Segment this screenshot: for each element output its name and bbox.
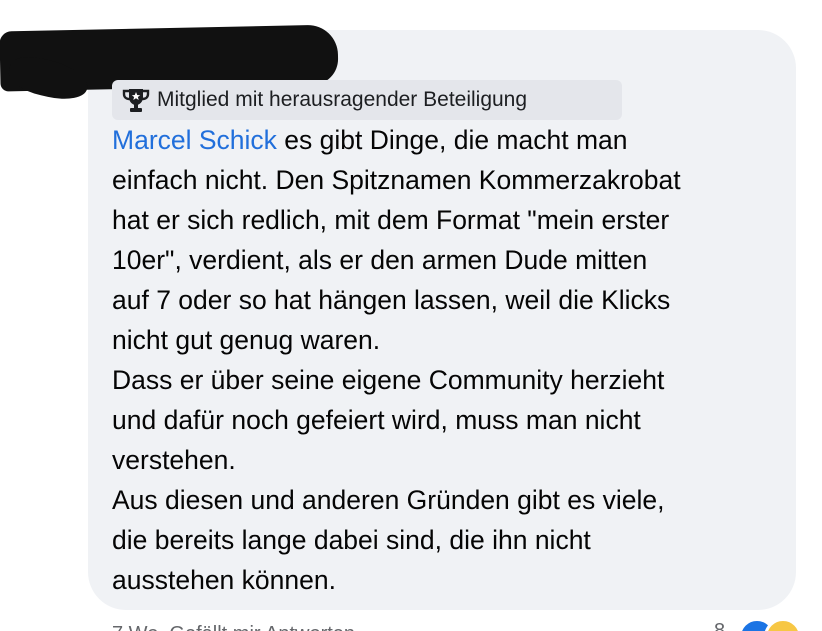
comment-line: Marcel Schick es gibt Dinge, die macht m… — [112, 120, 792, 160]
comment-line: verstehen. — [112, 445, 236, 475]
trophy-icon — [119, 86, 153, 114]
comment-text: Marcel Schick es gibt Dinge, die macht m… — [112, 120, 792, 600]
reaction-count: 8 — [714, 620, 726, 631]
comment-line: Aus diesen und anderen Gründen gibt es v… — [112, 485, 665, 515]
member-badge[interactable]: Mitglied mit herausragender Beteiligung — [112, 80, 622, 120]
comment-line-text: es gibt Dinge, die macht man — [276, 125, 628, 155]
author-mention-link[interactable]: Marcel Schick — [112, 125, 277, 155]
haha-icon — [764, 618, 802, 631]
reaction-summary[interactable]: 8 — [708, 612, 822, 631]
comment-line: nicht gut genug waren. — [112, 325, 381, 355]
comment-line: auf 7 oder so hat hängen lassen, weil di… — [112, 285, 671, 315]
comment-line: ausstehen können. — [112, 565, 336, 595]
comment-line: hat er sich redlich, mit dem Format "mei… — [112, 205, 670, 235]
badge-label: Mitglied mit herausragender Beteiligung — [157, 88, 528, 111]
comment-line: einfach nicht. Den Spitznamen Kommerzakr… — [112, 165, 681, 195]
comment-line: und dafür noch gefeiert wird, muss man n… — [112, 405, 641, 435]
comment-line: die bereits lange dabei sind, die ihn ni… — [112, 525, 591, 555]
comment-actions-text: 7 Wo. Gefällt mir Antworten — [112, 623, 355, 631]
comment-line: 10er", verdient, als er den armen Dude m… — [112, 245, 648, 275]
comment-actions[interactable]: 7 Wo. Gefällt mir Antworten — [112, 614, 732, 631]
comment-line: Dass er über seine eigene Community herz… — [112, 365, 665, 395]
